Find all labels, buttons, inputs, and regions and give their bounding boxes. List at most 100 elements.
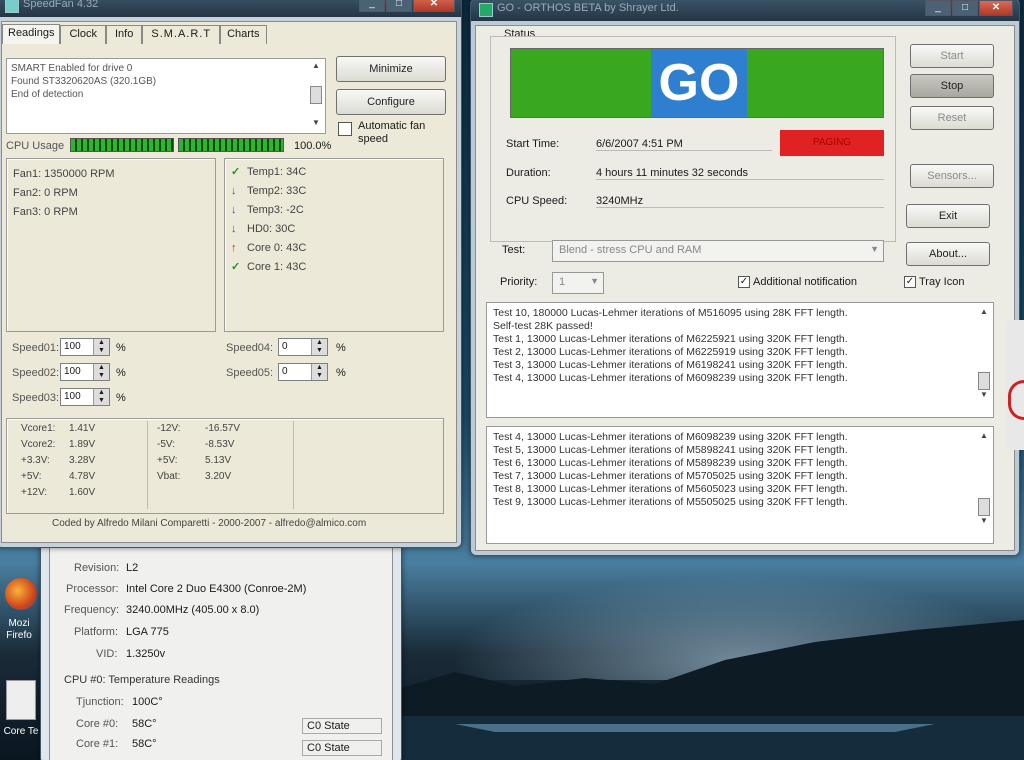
vid-label: VID: xyxy=(96,648,118,660)
arrow-down-icon: ↓ xyxy=(231,185,237,197)
log-line: Test 9, 13000 Lucas-Lehmer iterations of… xyxy=(493,496,848,508)
spinner-arrows-icon[interactable]: ▲ ▼ xyxy=(311,339,327,355)
voltage-value: 3.20V xyxy=(205,471,232,482)
vid-value: 1.3250v xyxy=(126,648,166,660)
log-line: End of detection xyxy=(11,89,84,100)
voltage-value: 4.78V xyxy=(69,471,96,482)
minimize-window-button[interactable]: _ xyxy=(359,0,385,12)
voltage-value: 1.60V xyxy=(69,487,96,498)
test-label: Test: xyxy=(502,244,526,256)
tab-clock[interactable]: Clock xyxy=(60,25,106,44)
temp-reading: ↓ HD0: 30C xyxy=(231,220,437,239)
configure-button[interactable]: Configure xyxy=(336,89,446,115)
voltage-value: 1.41V xyxy=(69,423,96,434)
log-line: Test 3, 13000 Lucas-Lehmer iterations of… xyxy=(493,359,848,371)
test-select-value: Blend - stress CPU and RAM xyxy=(559,244,702,256)
desktop-icon-coretemp[interactable]: Core Te xyxy=(2,680,40,750)
test-log-2[interactable]: Test 4, 13000 Lucas-Lehmer iterations of… xyxy=(486,426,994,544)
auto-fan-checkbox[interactable]: Automatic fan speed xyxy=(338,120,450,146)
credits-footer: Coded by Alfredo Milani Comparetti - 200… xyxy=(52,518,367,529)
exit-button[interactable]: Exit xyxy=(906,204,990,228)
close-window-button[interactable]: ✕ xyxy=(413,0,455,12)
log-line: Test 5, 13000 Lucas-Lehmer iterations of… xyxy=(493,444,848,456)
spinner-arrows-icon[interactable]: ▲ ▼ xyxy=(93,364,109,380)
maximize-window-button[interactable]: □ xyxy=(386,0,412,12)
minimize-button[interactable]: Minimize xyxy=(336,56,446,82)
coretemp-app-icon xyxy=(6,680,36,720)
tab-readings[interactable]: Readings xyxy=(2,24,61,44)
tab-strip: Readings Clock Info S.M.A.R.T Charts xyxy=(2,24,302,44)
temp-reading: ↓ Temp2: 33C xyxy=(231,182,437,201)
close-window-button[interactable]: ✕ xyxy=(979,0,1013,16)
firefox-icon xyxy=(5,578,37,610)
core0-state: C0 State xyxy=(302,718,382,734)
start-button[interactable]: Start xyxy=(910,44,994,68)
speed04-percent: % xyxy=(336,342,346,354)
priority-label: Priority: xyxy=(500,276,538,288)
auto-fan-check-icon xyxy=(338,122,352,136)
checkbox-checked-icon: ✓ xyxy=(738,276,750,289)
platform-value: LGA 775 xyxy=(126,626,169,638)
auto-fan-label: Automatic fan speed xyxy=(358,120,426,145)
tab-smart[interactable]: S.M.A.R.T xyxy=(142,25,221,44)
fan-reading: Fan1: 1350000 RPM xyxy=(13,168,115,180)
maximize-window-button[interactable]: □ xyxy=(952,0,978,16)
voltage-col-b: -12V: -16.57V -5V: -8.53V +5V: 5.13V Vbat: 3… xyxy=(157,421,287,485)
orthos-titlebar[interactable]: GO - ORTHOS BETA by Shrayer Ltd. _ □ ✕ xyxy=(471,0,1019,21)
voltage-label: -5V: xyxy=(157,439,175,450)
platform-label: Platform: xyxy=(74,626,119,638)
start-time-label: Start Time: xyxy=(506,138,560,150)
speed04-stepper[interactable]: 0 ▲ ▼ xyxy=(278,338,328,356)
tab-info[interactable]: Info xyxy=(106,25,143,44)
log-line: Test 2, 13000 Lucas-Lehmer iterations of… xyxy=(493,346,848,358)
log-scrollbar[interactable]: ▲ ▼ xyxy=(309,61,323,131)
cpu-usage-bar-0 xyxy=(70,138,174,152)
temp-section-title: CPU #0: Temperature Readings xyxy=(64,674,220,686)
additional-notification-checkbox[interactable]: ✓ Additional notification xyxy=(738,276,857,289)
chevron-down-icon: ▼ xyxy=(590,276,599,286)
window-title: SpeedFan 4.32 xyxy=(23,0,99,10)
speedfan-titlebar[interactable]: SpeedFan 4.32 _ □ ✕ xyxy=(0,0,461,17)
paging-indicator: PAGING xyxy=(780,130,884,156)
voltage-divider xyxy=(293,421,294,509)
partial-window-right xyxy=(1006,320,1024,450)
log2-scrollbar[interactable]: ▲ ▼ xyxy=(977,431,991,539)
sensors-button[interactable]: Sensors... xyxy=(910,164,994,188)
checkbox-checked-icon: ✓ xyxy=(904,276,916,289)
speed02-stepper[interactable]: 100 ▲ ▼ xyxy=(60,363,110,381)
speed01-stepper[interactable]: 100 ▲ ▼ xyxy=(60,338,110,356)
speed05-stepper[interactable]: 0 ▲ ▼ xyxy=(278,363,328,381)
voltage-value: 3.28V xyxy=(69,455,96,466)
speed03-stepper[interactable]: 100 ▲ ▼ xyxy=(60,388,110,406)
voltage-label: +12V: xyxy=(21,487,48,498)
reset-button[interactable]: Reset xyxy=(910,106,994,130)
coretemp-window: APIC ID: 0 Revision: L2 Processor: Intel… xyxy=(40,530,402,760)
about-button[interactable]: About... xyxy=(906,242,990,266)
speedfan-window: SpeedFan 4.32 _ □ ✕ Readings Clock Info … xyxy=(0,0,462,548)
core0-label: Core #0: xyxy=(76,718,119,730)
temps-panel: ✓ Temp1: 34C ↓ Temp2: 33C ↓ Temp3: -2C ↓ HD0… xyxy=(224,158,444,332)
tab-charts[interactable]: Charts xyxy=(220,25,267,44)
minimize-window-button[interactable]: _ xyxy=(925,0,951,16)
desktop-icon-label: Mozi Firefo xyxy=(6,618,32,641)
priority-select[interactable]: 1 ▼ xyxy=(552,272,604,294)
tray-icon-label: Tray Icon xyxy=(919,276,965,288)
spinner-arrows-icon[interactable]: ▲ ▼ xyxy=(93,389,109,405)
log-line: Test 7, 13000 Lucas-Lehmer iterations of… xyxy=(493,470,848,482)
core1-value: 58C° xyxy=(132,738,157,750)
chevron-down-icon: ▼ xyxy=(870,244,879,254)
desktop-icon-firefox[interactable]: Mozi Firefo xyxy=(2,578,40,658)
spinner-arrows-icon[interactable]: ▲ ▼ xyxy=(311,364,327,380)
temp-reading: ↓ Temp3: -2C xyxy=(231,201,437,220)
spinner-arrows-icon[interactable]: ▲ ▼ xyxy=(93,339,109,355)
log1-scrollbar[interactable]: ▲ ▼ xyxy=(977,307,991,413)
stop-button[interactable]: Stop xyxy=(910,74,994,98)
temp-reading: ✓ Temp1: 34C xyxy=(231,163,437,182)
tray-icon-checkbox[interactable]: ✓ Tray Icon xyxy=(904,276,965,289)
test-log-1[interactable]: Test 10, 180000 Lucas-Lehmer iterations … xyxy=(486,302,994,418)
test-select[interactable]: Blend - stress CPU and RAM ▼ xyxy=(552,240,884,262)
red-gauge-icon xyxy=(1008,380,1024,420)
detection-log[interactable]: SMART Enabled for drive 0 Found ST332062… xyxy=(6,58,326,134)
core1-state: C0 State xyxy=(302,740,382,756)
frequency-value: 3240.00MHz (405.00 x 8.0) xyxy=(126,604,260,616)
